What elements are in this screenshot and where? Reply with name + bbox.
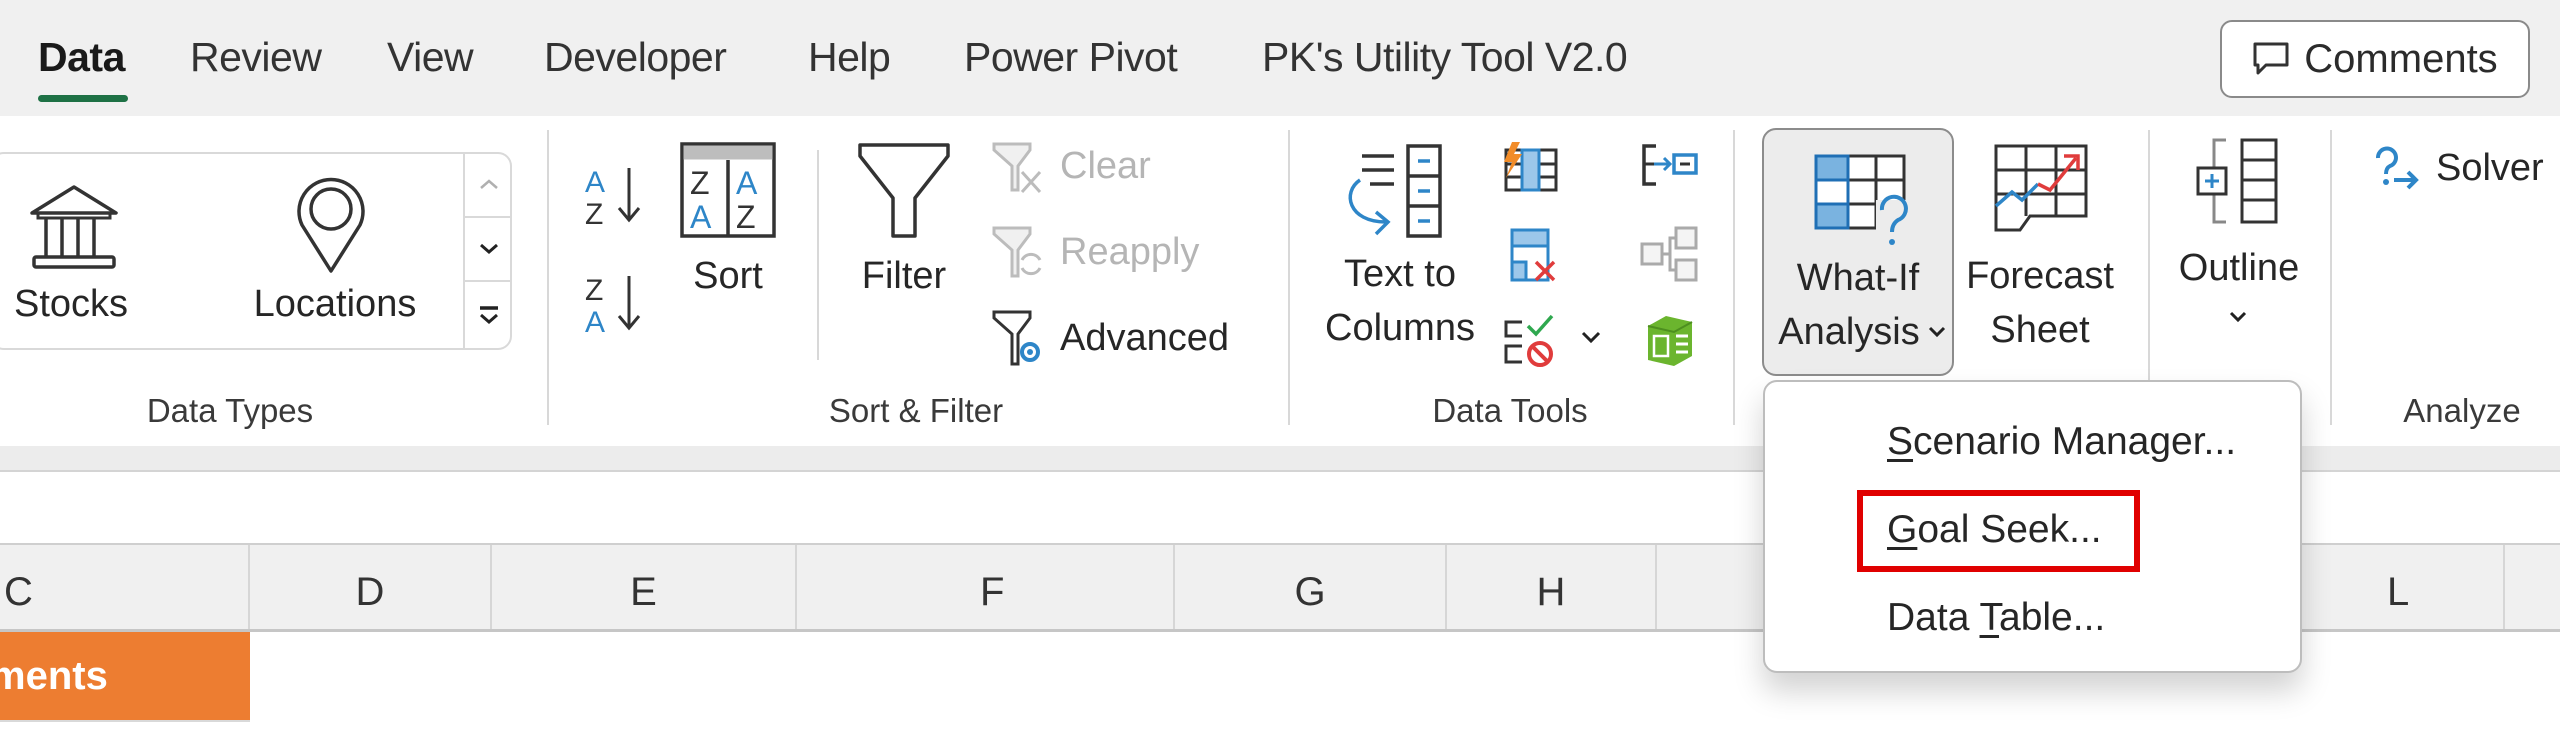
- comments-button[interactable]: Comments: [2220, 20, 2530, 98]
- accelerator-key: S: [1887, 420, 1914, 463]
- chevron-down-icon: [1928, 326, 1946, 338]
- advanced-filter-icon: [992, 310, 1040, 366]
- sort-label: Sort: [693, 255, 763, 297]
- tab-view[interactable]: View: [387, 34, 474, 81]
- column-header-c[interactable]: C: [0, 545, 250, 629]
- column-header-g[interactable]: G: [1175, 545, 1447, 629]
- svg-text:Z: Z: [585, 198, 603, 228]
- cell-c1-text: ments: [0, 653, 108, 698]
- group-label-data-tools: Data Tools: [1432, 392, 1588, 429]
- what-if-analysis-menu: Scenario Manager... Goal Seek... Data Ta…: [1763, 380, 2302, 673]
- ribbon-tab-bar: Data Review View Developer Help Power Pi…: [0, 0, 2560, 116]
- column-header-d[interactable]: D: [250, 545, 492, 629]
- reapply-icon: [992, 226, 1042, 278]
- sort-a-to-z-icon[interactable]: A Z: [583, 162, 649, 228]
- gallery-scrollbar: [463, 152, 512, 350]
- svg-text:Z: Z: [585, 274, 603, 307]
- what-if-analysis-icon: [1814, 154, 1912, 246]
- separator: [817, 150, 819, 360]
- menu-item-scenario-manager-label-post: cenario Manager...: [1913, 420, 2237, 463]
- group-label-sort-filter: Sort & Filter: [828, 392, 1004, 429]
- group-separator: [1733, 130, 1735, 425]
- relationships-icon[interactable]: [1640, 226, 1698, 282]
- gallery-more-button[interactable]: [465, 282, 512, 348]
- expand-gallery-icon: [479, 306, 498, 324]
- menu-item-scenario-manager[interactable]: Scenario Manager...: [1887, 420, 2236, 464]
- svg-text:Z: Z: [736, 199, 756, 235]
- group-separator: [2330, 130, 2332, 425]
- clear-filter-icon: [992, 142, 1042, 194]
- data-validation-dropdown-icon[interactable]: [1580, 330, 1602, 344]
- comments-label: Comments: [2304, 36, 2498, 81]
- svg-text:A: A: [585, 166, 605, 199]
- group-label-analyze: Analyze: [2403, 392, 2521, 429]
- manage-data-model-icon[interactable]: [1642, 312, 1698, 370]
- column-header-l[interactable]: L: [2305, 545, 2505, 629]
- outline-label: Outline: [2178, 247, 2300, 289]
- solver-icon: [2376, 146, 2419, 190]
- column-header-f[interactable]: F: [797, 545, 1175, 629]
- tab-review[interactable]: Review: [190, 34, 322, 81]
- tab-power-pivot[interactable]: Power Pivot: [964, 34, 1178, 81]
- svg-text:A: A: [736, 165, 758, 201]
- reapply-label: Reapply: [1060, 231, 1200, 273]
- outline-icon: [2196, 138, 2278, 224]
- what-if-label-line2: Analysis: [1778, 311, 1920, 353]
- menu-item-data-table-label-post: able...: [1999, 596, 2106, 639]
- accelerator-key: G: [1887, 508, 1918, 551]
- chevron-down-icon: [2229, 311, 2247, 323]
- consolidate-icon[interactable]: [1640, 142, 1698, 188]
- tab-pk-utility-tool[interactable]: PK's Utility Tool V2.0: [1262, 34, 1628, 81]
- menu-item-goal-seek-label-post: oal Seek...: [1917, 508, 2102, 551]
- what-if-analysis-button[interactable]: What-If Analysis: [1762, 128, 1954, 376]
- advanced-label: Advanced: [1060, 317, 1230, 359]
- tab-developer[interactable]: Developer: [544, 34, 727, 81]
- column-header-e[interactable]: E: [492, 545, 797, 629]
- bank-icon: [30, 185, 118, 269]
- forecast-sheet-icon: [1994, 144, 2088, 232]
- data-validation-icon[interactable]: [1502, 312, 1558, 370]
- sort-z-to-a-icon[interactable]: Z A: [583, 270, 649, 336]
- map-pin-icon: [297, 177, 365, 273]
- active-tab-indicator: [38, 95, 128, 102]
- comment-icon: [2253, 42, 2289, 75]
- remove-duplicates-icon[interactable]: [1508, 226, 1560, 284]
- chevron-down-icon: [479, 243, 498, 254]
- group-separator: [547, 130, 549, 425]
- forecast-label-line1: Forecast: [1966, 255, 2114, 297]
- menu-item-goal-seek[interactable]: Goal Seek...: [1887, 508, 2102, 552]
- clear-label: Clear: [1060, 145, 1151, 187]
- forecast-label-line2: Sheet: [1990, 309, 2090, 351]
- text-to-columns-icon: [1348, 144, 1442, 238]
- svg-text:Z: Z: [690, 165, 710, 201]
- svg-text:A: A: [585, 306, 605, 336]
- gallery-scroll-down-button[interactable]: [465, 218, 512, 282]
- filter-label: Filter: [861, 255, 947, 297]
- chevron-up-icon: [479, 179, 498, 189]
- locations-label: Locations: [253, 283, 417, 325]
- column-header-h[interactable]: H: [1447, 545, 1657, 629]
- stocks-label: Stocks: [14, 283, 129, 325]
- accelerator-key: T: [1979, 596, 2000, 639]
- filter-funnel-icon: [858, 143, 950, 238]
- sort-dialog-icon: Z A A Z: [680, 142, 776, 238]
- text-to-columns-line2: Columns: [1325, 307, 1475, 349]
- group-separator: [1288, 130, 1290, 425]
- what-if-label-line1: What-If: [1796, 257, 1920, 299]
- cell-c1[interactable]: ments: [0, 632, 250, 722]
- gallery-scroll-up-button[interactable]: [465, 152, 512, 218]
- flash-fill-icon[interactable]: [1502, 140, 1560, 194]
- text-to-columns-line1: Text to: [1344, 253, 1456, 295]
- menu-item-data-table-label-pre: Data: [1887, 596, 1980, 639]
- menu-item-data-table[interactable]: Data Table...: [1887, 596, 2105, 640]
- solver-label: Solver: [2436, 147, 2544, 189]
- tab-help[interactable]: Help: [808, 34, 891, 81]
- svg-text:A: A: [690, 199, 712, 235]
- tab-data[interactable]: Data: [38, 34, 125, 81]
- group-label-data-types: Data Types: [146, 392, 314, 429]
